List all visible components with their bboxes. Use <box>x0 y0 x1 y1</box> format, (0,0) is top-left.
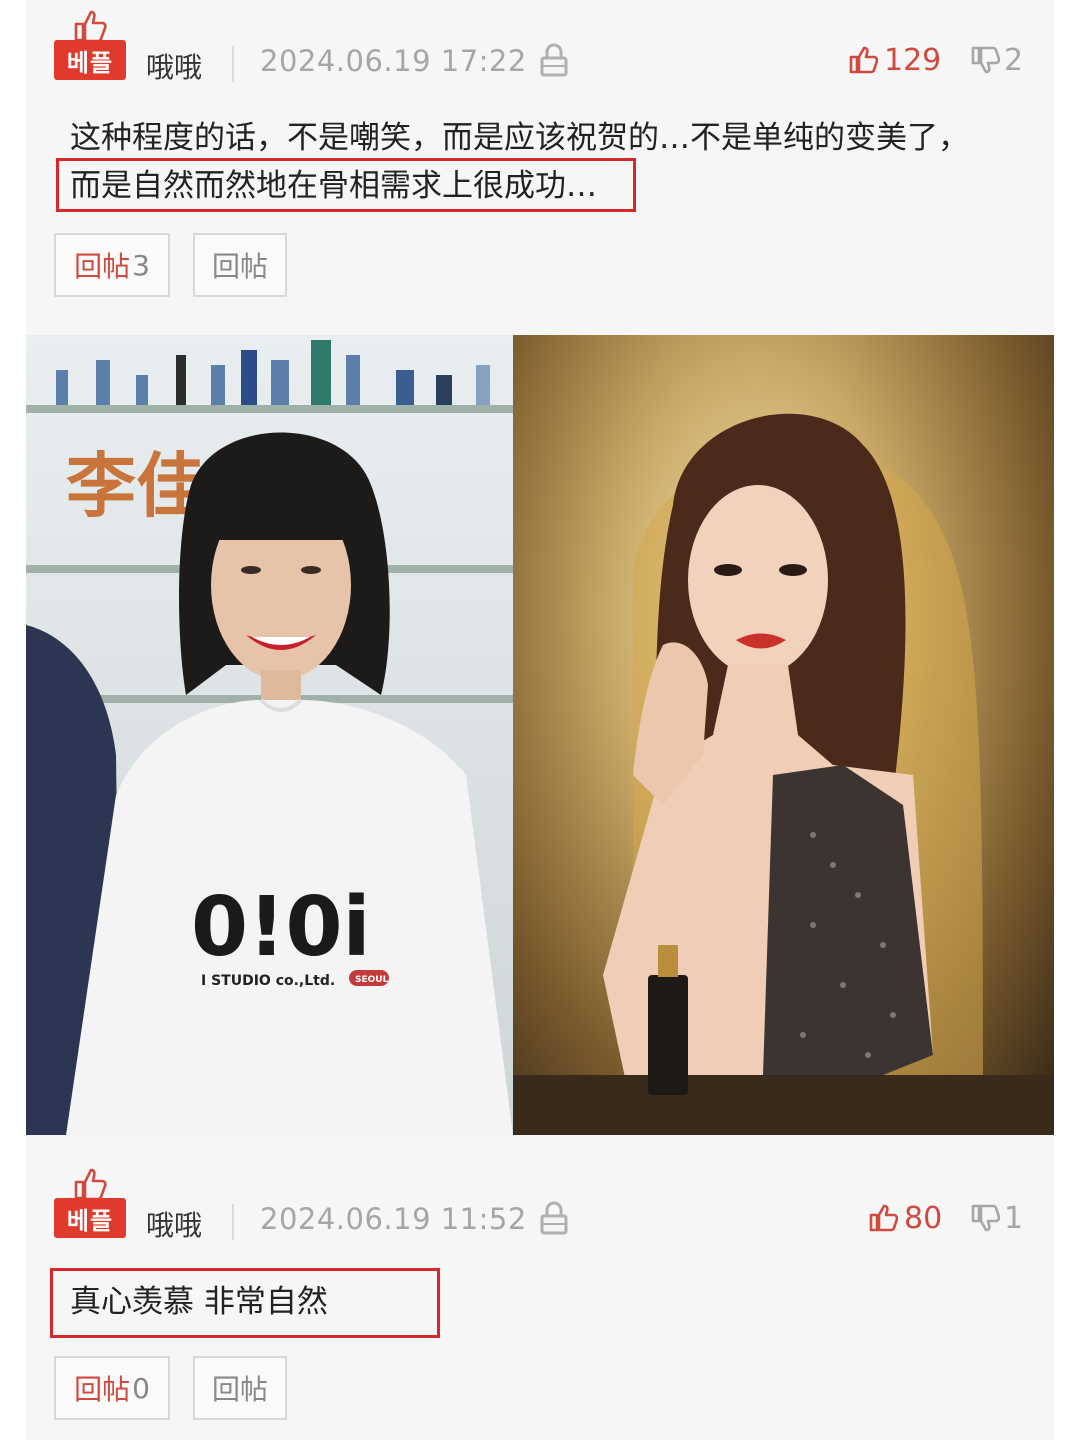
lock-icon[interactable] <box>539 42 569 78</box>
photo-before-illustration: 李佳 0!0i I STUDIO co.,Ltd. SEOUL <box>26 340 513 1135</box>
comment-card: 베플 哦哦 2024.06.19 17:22 129 2 这种程度的话，不是嘲笑… <box>26 0 1054 335</box>
reply-button[interactable]: 回帖 <box>193 233 287 297</box>
shirt-logo: 0!0i <box>191 880 371 975</box>
reply-count-button[interactable]: 回帖 0 <box>54 1356 170 1420</box>
reply-button[interactable]: 回帖 <box>193 1356 287 1420</box>
photo-before[interactable]: 李佳 0!0i I STUDIO co.,Ltd. SEOUL <box>26 335 513 1135</box>
best-thumb-icon <box>74 10 107 42</box>
best-badge: 베플 <box>54 40 126 80</box>
divider <box>232 46 234 82</box>
username[interactable]: 哦哦 <box>146 46 202 86</box>
shirt-subtext: I STUDIO co.,Ltd. <box>201 973 335 989</box>
like-count: 129 <box>884 42 942 78</box>
reply-count: 0 <box>132 1371 150 1405</box>
photo-pair: 李佳 0!0i I STUDIO co.,Ltd. SEOUL <box>26 335 1054 1135</box>
reply-count-button[interactable]: 回帖 3 <box>54 233 170 297</box>
reply-label: 回帖 <box>211 250 268 283</box>
photo-after[interactable] <box>513 335 1054 1135</box>
comment-header: 베플 哦哦 2024.06.19 17:22 129 2 <box>26 10 1054 90</box>
reply-label: 回帖 <box>74 250 131 283</box>
comment-text-line: 这种程度的话，不是嘲笑，而是应该祝贺的…不是单纯的变美了， <box>70 120 969 156</box>
thumbs-down-icon <box>971 46 1000 74</box>
dislike-button[interactable]: 2 <box>970 42 1023 78</box>
reply-count: 3 <box>132 248 150 282</box>
highlight-box <box>56 158 636 212</box>
timestamp: 2024.06.19 17:22 <box>260 44 527 78</box>
reply-label: 回帖 <box>74 1373 131 1406</box>
photo-after-illustration <box>513 413 1054 1135</box>
reply-label: 回帖 <box>211 1373 268 1406</box>
thumbs-up-icon <box>849 46 878 74</box>
like-button[interactable]: 129 <box>848 42 941 78</box>
shirt-tag: SEOUL <box>355 975 389 985</box>
dislike-count: 2 <box>1004 42 1024 78</box>
comment-card <box>26 1136 1054 1440</box>
